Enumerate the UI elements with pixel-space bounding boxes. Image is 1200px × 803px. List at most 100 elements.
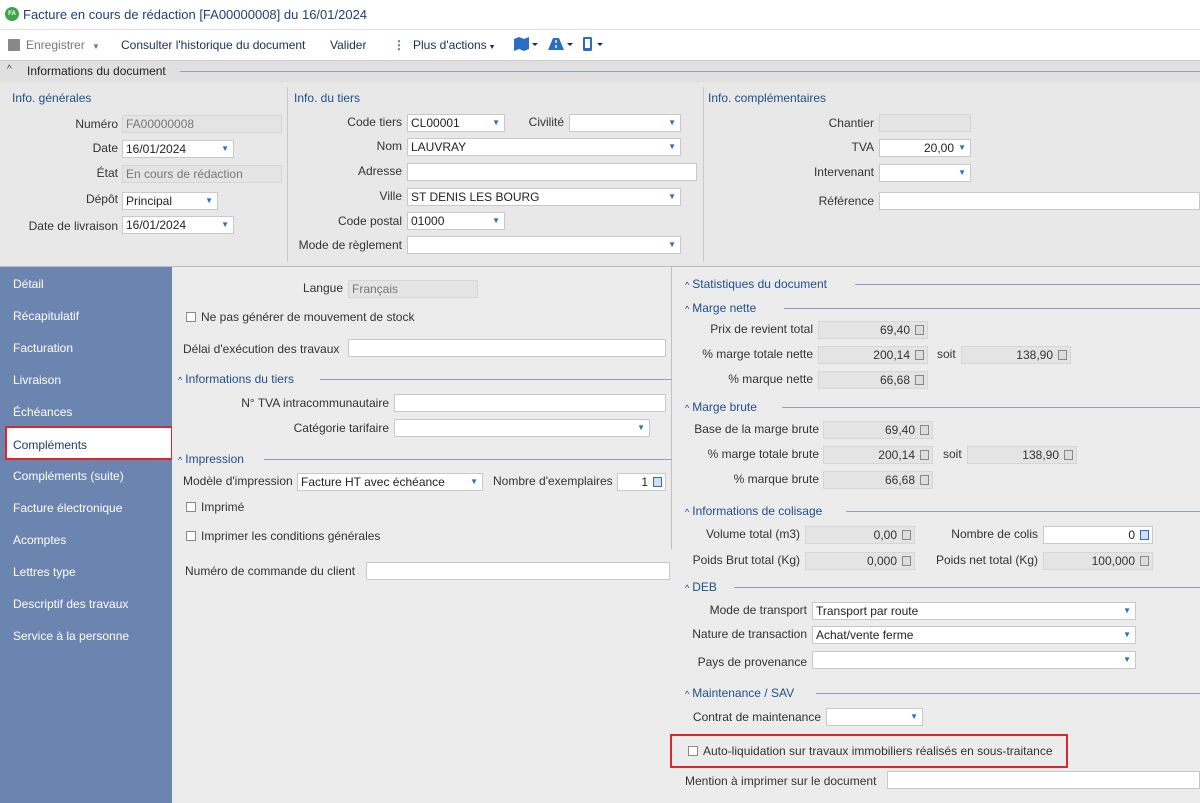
window-title: Facture en cours de rédaction [FA0000000… xyxy=(23,7,368,22)
marge-brute-group-header[interactable]: ^ Marge brute xyxy=(685,400,757,414)
autoliquidation-checkbox[interactable] xyxy=(688,746,698,756)
ville-select[interactable]: ST DENIS LES BOURG▼✎ xyxy=(407,188,681,206)
sidebar-item-acomptes[interactable]: Acomptes xyxy=(13,533,66,547)
dropdown-arrow-icon: ▼ xyxy=(668,192,676,201)
modele-select[interactable]: Facture HT avec échéance ▼ xyxy=(297,473,483,491)
road-icon[interactable] xyxy=(546,37,574,54)
imprime-checkbox[interactable] xyxy=(186,502,196,512)
more-vertical-icon: ⋮ xyxy=(393,38,405,52)
date-field[interactable]: 16/01/2024 ▼ xyxy=(122,140,234,158)
tva-intra-field[interactable] xyxy=(394,394,666,412)
sidebar-item-livraison[interactable]: Livraison xyxy=(13,373,61,387)
marque-nette-field: 66,68 xyxy=(818,371,928,389)
collapse-icon: ^ xyxy=(685,304,690,314)
sidebar-item-facturation[interactable]: Facturation xyxy=(13,341,73,355)
dropdown-arrow-icon: ▼ xyxy=(668,118,676,127)
calculator-icon xyxy=(920,450,929,460)
dropdown-arrow-icon: ▼ xyxy=(1123,630,1131,639)
title-bar: FA Facture en cours de rédaction [FA0000… xyxy=(0,0,1200,30)
exemplaires-field[interactable]: 1 xyxy=(617,473,666,491)
marge-nette-pct-field: 200,14 xyxy=(818,346,928,364)
commande-field[interactable] xyxy=(366,562,670,580)
dropdown-arrow-icon: ▼ xyxy=(492,118,500,127)
poids-net-field: 100,000 xyxy=(1043,552,1153,570)
validate-button[interactable]: Valider xyxy=(330,38,366,52)
calculator-icon xyxy=(1064,450,1073,460)
document-type-badge: FA xyxy=(5,7,19,21)
stock-checkbox[interactable] xyxy=(186,312,196,322)
deb-group-header[interactable]: ^ DEB xyxy=(685,580,717,594)
numero-field: FA00000008 xyxy=(122,115,282,133)
collapse-icon: ^ xyxy=(685,689,690,699)
sidebar-item-complements-suite[interactable]: Compléments (suite) xyxy=(13,469,124,483)
marge-nette-group-header[interactable]: ^ Marge nette xyxy=(685,301,756,315)
document-info-header[interactable]: ^ Informations du document xyxy=(0,61,1200,82)
sidebar-item-descriptif-travaux[interactable]: Descriptif des travaux xyxy=(13,597,128,611)
map-icon[interactable] xyxy=(513,37,539,54)
mention-field[interactable] xyxy=(887,771,1200,789)
tva-select[interactable]: 20,00▼✎ xyxy=(879,139,971,157)
dropdown-arrow-icon: ▼ xyxy=(221,144,229,153)
calculator-icon xyxy=(915,350,924,360)
main-content: Langue Français Ne pas générer de mouvem… xyxy=(172,267,1200,803)
delai-field[interactable] xyxy=(348,339,666,357)
impression-group-header[interactable]: ^ Impression xyxy=(178,452,244,466)
stats-group-header[interactable]: ^ Statistiques du document xyxy=(685,277,827,291)
more-actions-button[interactable]: ⋮ Plus d'actions ▼ xyxy=(393,38,496,52)
adresse-field[interactable] xyxy=(407,163,697,181)
sidebar-item-recapitulatif[interactable]: Récapitulatif xyxy=(13,309,79,323)
collapse-icon: ^ xyxy=(178,375,183,385)
sidebar-item-lettres-type[interactable]: Lettres type xyxy=(13,565,76,579)
save-button[interactable]: Enregistrer ▼ xyxy=(8,38,100,52)
nom-select[interactable]: LAUVRAY▼✎ xyxy=(407,138,681,156)
calculator-icon xyxy=(915,325,924,335)
colis-field[interactable]: 0 xyxy=(1043,526,1153,544)
tiers-group-header[interactable]: ^ Informations du tiers xyxy=(178,372,294,386)
calculator-icon xyxy=(902,556,911,566)
depot-select[interactable]: Principal▼✎ xyxy=(122,192,218,210)
civilite-select[interactable]: ▼✎ xyxy=(569,114,681,132)
provenance-select[interactable]: ▼✎ xyxy=(812,651,1136,669)
sidebar-item-facture-electronique[interactable]: Facture électronique xyxy=(13,501,122,515)
calculator-icon xyxy=(920,475,929,485)
calculator-icon xyxy=(920,425,929,435)
transport-select[interactable]: Transport par route▼✎ xyxy=(812,602,1136,620)
marge-nette-soit-field: 138,90 xyxy=(961,346,1071,364)
delivery-date-field[interactable]: 16/01/2024 ▼ xyxy=(122,216,234,234)
maintenance-group-header[interactable]: ^ Maintenance / SAV xyxy=(685,686,794,700)
mobile-icon[interactable] xyxy=(582,37,606,54)
reference-field[interactable] xyxy=(879,192,1200,210)
poids-brut-field: 0,000 xyxy=(805,552,915,570)
transaction-select[interactable]: Achat/vente ferme▼✎ xyxy=(812,626,1136,644)
dropdown-arrow-icon: ▼ xyxy=(668,240,676,249)
collapse-icon[interactable]: ^ xyxy=(7,64,12,75)
base-marge-field: 69,40 xyxy=(823,421,933,439)
general-info-title: Info. générales xyxy=(12,91,92,105)
conditions-checkbox[interactable] xyxy=(186,531,196,541)
code-postal-select[interactable]: 01000▼✎ xyxy=(407,212,505,230)
dropdown-arrow-icon: ▼ xyxy=(958,143,966,152)
dropdown-arrow-icon: ▼ xyxy=(205,196,213,205)
dropdown-arrow-icon: ▼ xyxy=(221,220,229,229)
reglement-select[interactable]: ▼✎ xyxy=(407,236,681,254)
intervenant-select[interactable]: ▼✎ xyxy=(879,164,971,182)
colisage-group-header[interactable]: ^ Informations de colisage xyxy=(685,504,822,518)
marge-brute-soit-field: 138,90 xyxy=(967,446,1077,464)
categorie-select[interactable]: ▼✎ xyxy=(394,419,650,437)
sidebar-item-detail[interactable]: Détail xyxy=(13,277,44,291)
sidebar-item-complements[interactable]: Compléments xyxy=(5,426,173,460)
chevron-down-icon: ▼ xyxy=(488,44,496,51)
history-button[interactable]: Consulter l'historique du document xyxy=(121,38,305,52)
dropdown-arrow-icon: ▼ xyxy=(668,142,676,151)
collapse-icon: ^ xyxy=(685,507,690,517)
sidebar-item-service-personne[interactable]: Service à la personne xyxy=(13,629,129,643)
calculator-icon xyxy=(902,530,911,540)
code-tiers-select[interactable]: CL00001▼✎ xyxy=(407,114,505,132)
calculator-icon xyxy=(1140,556,1149,566)
volume-field: 0,00 xyxy=(805,526,915,544)
collapse-icon: ^ xyxy=(685,280,690,290)
tiers-info-title: Info. du tiers xyxy=(294,91,361,105)
contrat-select[interactable]: ▼✎ xyxy=(826,708,923,726)
sidebar-item-echeances[interactable]: Échéances xyxy=(13,405,72,419)
marque-brute-field: 66,68 xyxy=(823,471,933,489)
